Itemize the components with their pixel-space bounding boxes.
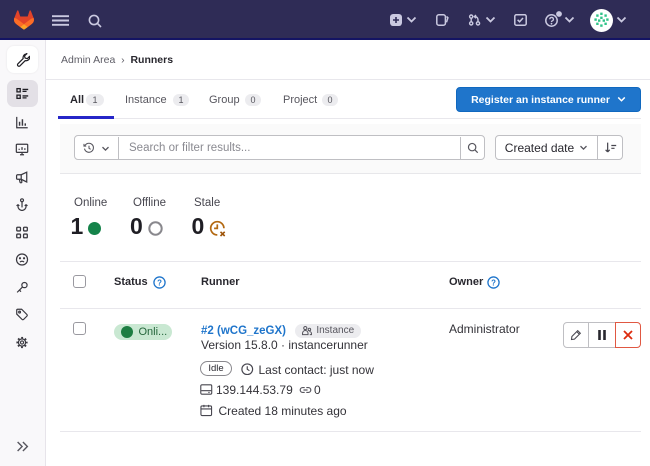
svg-text:?: ? — [157, 278, 162, 287]
svg-text:?: ? — [491, 278, 496, 287]
